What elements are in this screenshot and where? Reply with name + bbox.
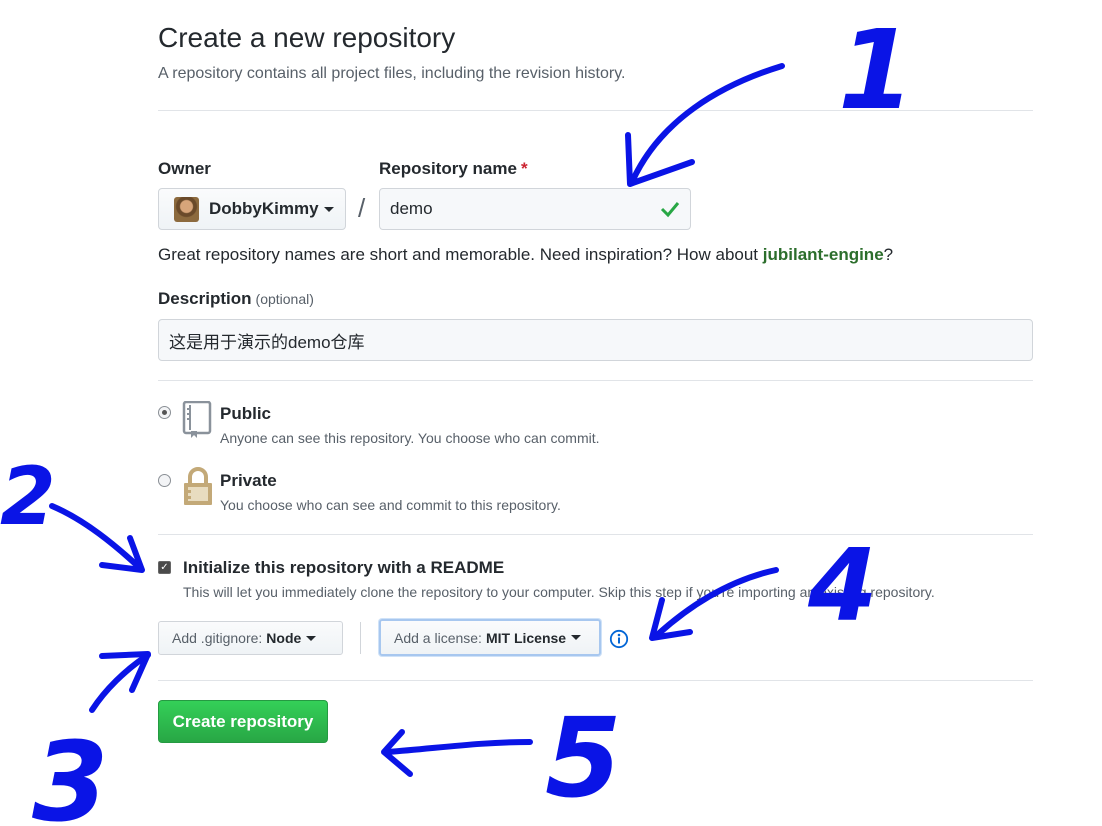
owner-label: Owner <box>158 159 211 178</box>
create-repository-button[interactable]: Create repository <box>158 700 328 743</box>
annotation-arrow-1 <box>629 63 785 185</box>
button-separator <box>360 622 361 654</box>
license-prefix: Add a license: <box>394 629 482 646</box>
annotation-arrow-5 <box>385 739 533 755</box>
info-icon[interactable] <box>609 629 629 649</box>
divider <box>158 110 1033 111</box>
public-title: Public <box>220 404 272 423</box>
private-desc: You choose who can see and commit to thi… <box>220 497 561 513</box>
divider <box>158 380 1033 381</box>
page-title: Create a new repository <box>158 22 456 53</box>
annotation-arrow-2 <box>49 503 143 571</box>
avatar <box>174 196 199 222</box>
divider <box>158 680 1033 681</box>
owner-select-button[interactable]: DobbyKimmy <box>158 188 346 230</box>
gitignore-select-button[interactable]: Add .gitignore: Node <box>158 621 343 655</box>
owner-repo-separator: / <box>358 193 366 223</box>
repo-name-input[interactable]: demo <box>379 188 691 230</box>
annotation-label-1: 1 <box>838 6 915 134</box>
lock-icon <box>184 467 212 505</box>
public-desc: Anyone can see this repository. You choo… <box>220 430 600 446</box>
valid-check-icon <box>660 202 680 218</box>
repo-name-label: Repository name * <box>379 159 528 179</box>
required-mark: * <box>520 159 528 178</box>
page-subtitle: A repository contains all project files,… <box>158 65 626 82</box>
annotation-label-2: 2 <box>0 450 56 543</box>
readme-label: Initialize this repository with a README <box>183 558 505 577</box>
private-radio[interactable] <box>158 474 171 487</box>
readme-desc: This will let you immediately clone the … <box>183 584 935 600</box>
repo-name-hint: Great repository names are short and mem… <box>158 245 893 265</box>
description-value: 这是用于演示的demo仓库 <box>169 332 365 352</box>
license-value: MIT License <box>485 629 567 646</box>
annotation-arrowhead-1 <box>625 132 695 187</box>
repo-book-icon <box>182 401 212 438</box>
readme-checkbox[interactable]: ✓ <box>158 561 171 574</box>
gitignore-value: Node <box>266 630 302 646</box>
annotation-label-3: 3 <box>32 718 109 826</box>
annotation-arrow-3 <box>89 652 151 713</box>
hint-text: Great repository names are short and mem… <box>158 245 763 264</box>
description-label-text: Description <box>158 289 252 308</box>
description-label: Description (optional) <box>158 289 314 309</box>
divider <box>158 534 1033 535</box>
chevron-down-icon <box>323 206 334 212</box>
annotation-arrowhead-5 <box>381 729 413 777</box>
repo-name-value: demo <box>390 199 433 218</box>
annotation-arrowhead-4 <box>649 597 693 641</box>
description-input[interactable]: 这是用于演示的demo仓库 <box>158 319 1033 361</box>
owner-name: DobbyKimmy <box>209 199 319 218</box>
private-title: Private <box>220 471 277 490</box>
public-radio[interactable] <box>158 406 171 419</box>
gitignore-prefix: Add .gitignore: <box>172 630 263 646</box>
chevron-down-icon <box>306 635 317 641</box>
annotation-arrow-4 <box>653 567 779 639</box>
annotation-label-5: 5 <box>545 694 622 822</box>
repo-name-label-text: Repository name <box>379 159 517 178</box>
hint-end: ? <box>883 245 894 264</box>
annotation-arrowhead-2 <box>99 535 145 573</box>
annotation-arrowhead-3 <box>99 651 151 693</box>
license-select-button[interactable]: Add a license: MIT License <box>379 619 601 656</box>
optional-hint: (optional) <box>255 291 314 307</box>
chevron-down-icon <box>571 635 582 640</box>
name-suggestion-link[interactable]: jubilant-engine <box>763 245 884 264</box>
